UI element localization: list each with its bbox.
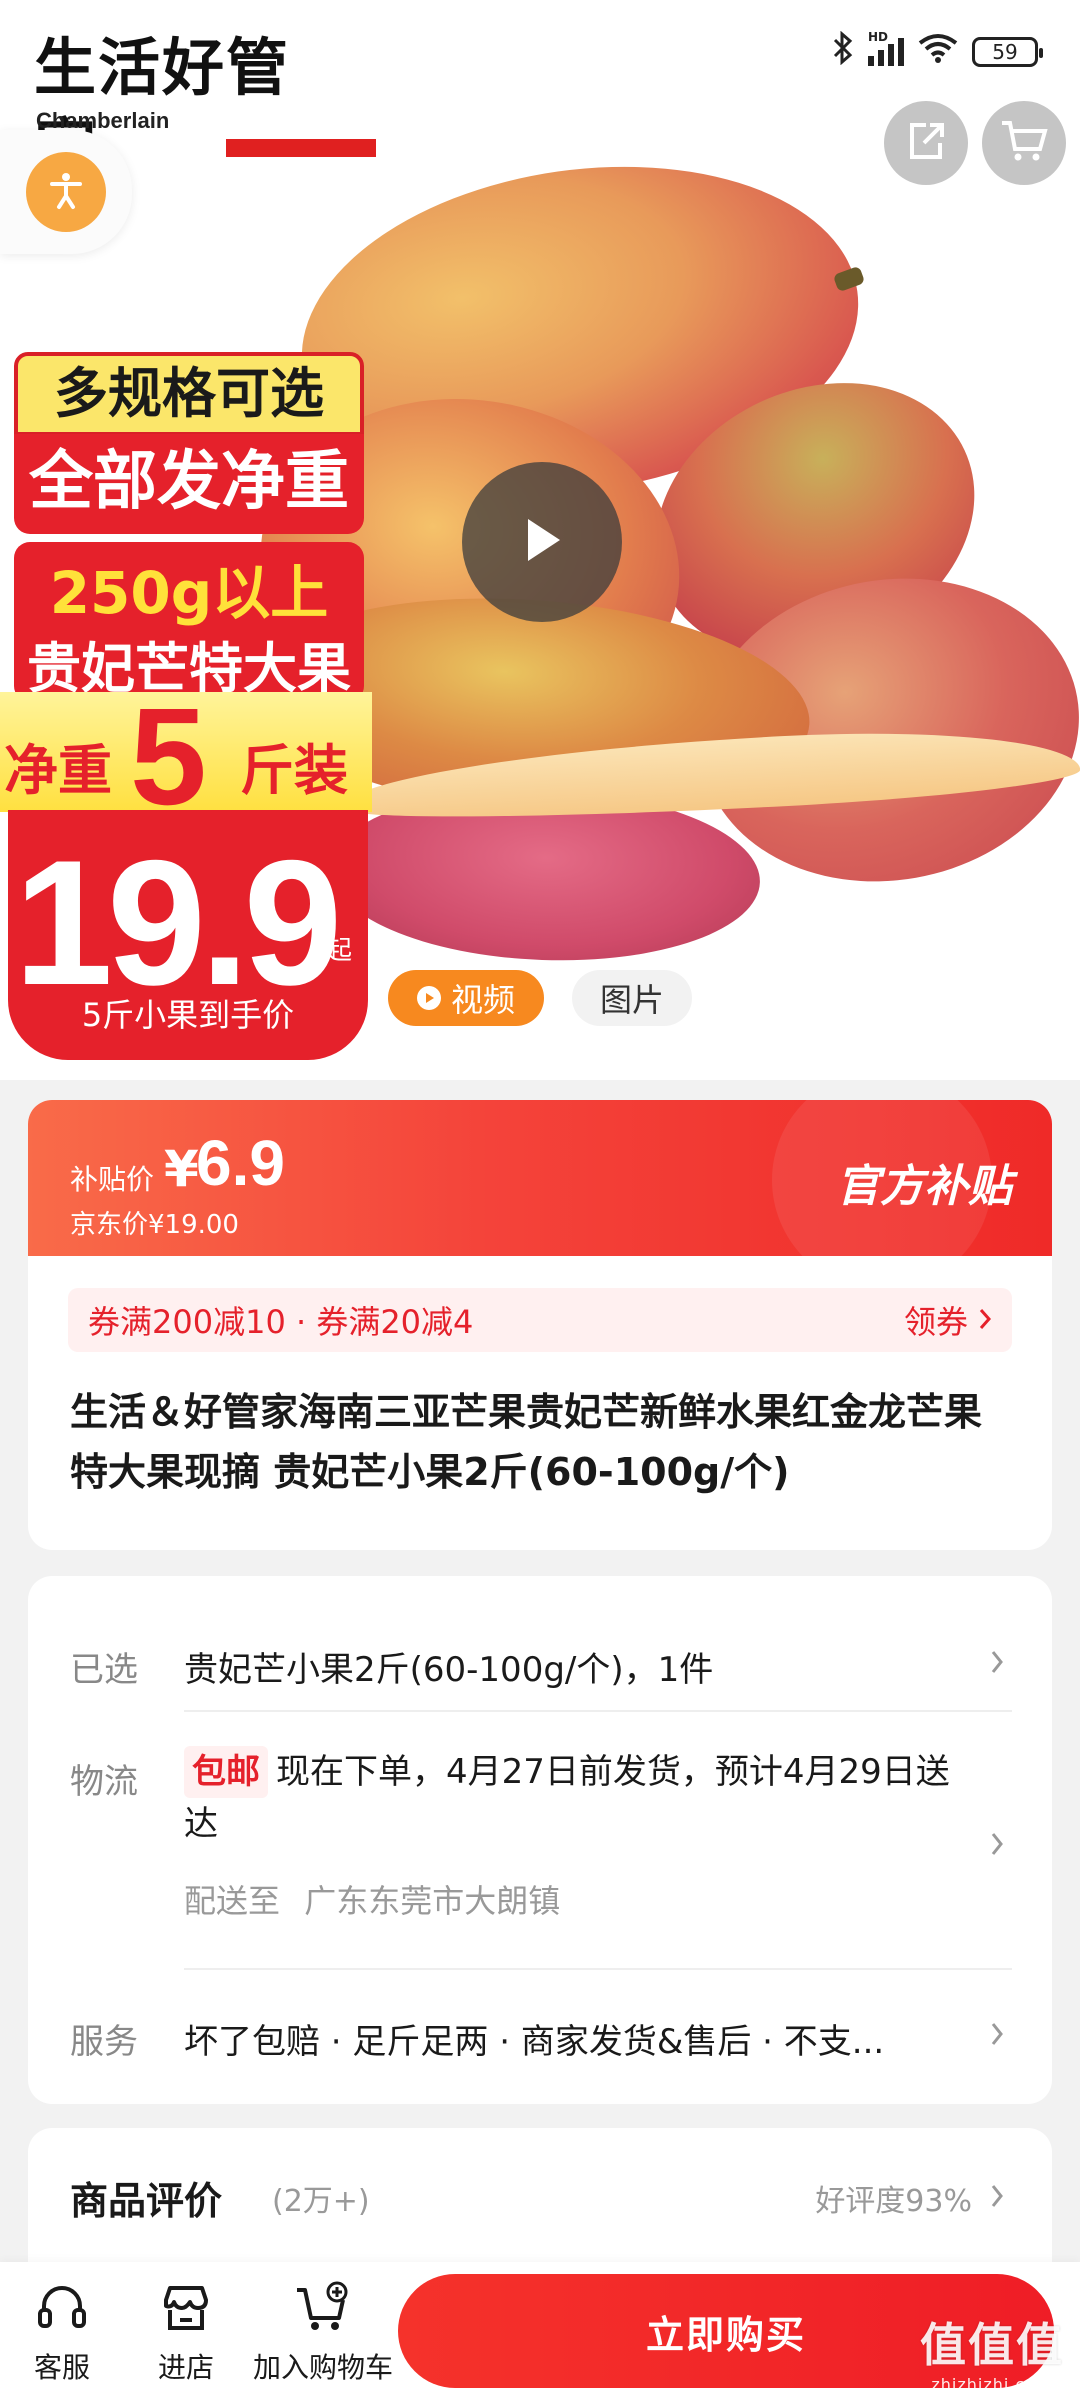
bottom-action-bar: 客服 进店 加入购物车 立即购买 值值值 zhizhizhi.com xyxy=(0,2262,1080,2400)
logistics-info: 包邮 现在下单，4月27日前发货，预计4月29日送达 xyxy=(184,1746,964,1850)
watermark-text: 值值值 xyxy=(920,2318,1064,2372)
chevron-right-icon xyxy=(990,1822,1004,1866)
free-shipping-badge: 包邮 xyxy=(184,1746,268,1798)
divider xyxy=(184,1710,1012,1712)
promo-weight-text: 250g以上 xyxy=(49,559,329,627)
subsidy-label: 补贴价 xyxy=(70,1163,155,1196)
share-button[interactable] xyxy=(884,101,968,185)
tab-image-label: 图片 xyxy=(599,981,664,1019)
review-rate: 好评度93% xyxy=(815,2184,972,2219)
get-coupon-label: 领券 xyxy=(903,1303,968,1341)
brand-logo-bar xyxy=(226,139,376,157)
tab-video[interactable]: 视频 xyxy=(388,970,544,1026)
watermark: 值值值 zhizhizhi.com xyxy=(920,2309,1064,2394)
official-subsidy-badge: 官方补贴 xyxy=(836,1161,1012,1212)
share-icon xyxy=(904,119,948,167)
get-coupon-button[interactable]: 领券 xyxy=(904,1297,992,1343)
enter-shop-label: 进店 xyxy=(157,2351,214,2384)
battery-icon: 59 xyxy=(972,37,1043,67)
product-title: 生活＆好管家海南三亚芒果贵妃芒新鲜水果红金龙芒果特大果现摘 贵妃芒小果2斤(60… xyxy=(70,1390,983,1494)
add-to-cart-label: 加入购物车 xyxy=(252,2351,393,2384)
customer-service-label: 客服 xyxy=(33,2351,90,2384)
play-icon xyxy=(416,986,441,1010)
coupon-text: 券满200减10 · 券满20减4 xyxy=(88,1303,474,1341)
headset-icon xyxy=(32,2278,92,2338)
watermark-url: zhizhizhi.com xyxy=(931,2375,1053,2394)
service-value: 坏了包赔 · 足斤足两 · 商家发货&售后 · 不支... xyxy=(184,2022,885,2062)
ship-to: 配送至 广东东莞市大朗镇 xyxy=(184,1876,560,1922)
jd-price: 京东价¥19.00 xyxy=(70,1210,239,1240)
promo-spec-label: 多规格可选 xyxy=(14,352,364,436)
chevron-right-icon xyxy=(978,1301,992,1339)
media-tabs: 视频 图片 xyxy=(388,970,692,1026)
promo-net-left: 净重 xyxy=(4,739,112,802)
promo-pack-block: 净重 5 斤装 xyxy=(0,680,372,834)
chevron-right-icon xyxy=(990,2174,1004,2218)
chevron-right-icon xyxy=(990,1640,1004,1684)
promo-price-note: 5斤小果到手价 xyxy=(81,996,295,1034)
store-icon xyxy=(156,2278,216,2338)
selected-label: 已选 xyxy=(70,1650,138,1690)
promo-net-right: 斤装 xyxy=(240,739,348,802)
ship-to-label: 配送至 xyxy=(184,1882,281,1920)
tab-video-label: 视频 xyxy=(450,981,515,1019)
review-title: 商品评价 xyxy=(70,2179,223,2223)
cart-icon xyxy=(1000,119,1048,167)
customer-service-button[interactable]: 客服 xyxy=(0,2278,132,2388)
bluetooth-icon xyxy=(832,30,854,74)
promo-sticker: 多规格可选 全部发净重 250g以上 贵妃芒特大果 净重 5 斤装 19.9 起… xyxy=(0,352,372,1072)
price-card: 补贴价 ¥ 6.9 京东价¥19.00 官方补贴 券满200减10 · 券满20… xyxy=(28,1100,1052,1550)
subsidy-price-band: 补贴价 ¥ 6.9 京东价¥19.00 官方补贴 xyxy=(28,1100,1052,1290)
accessibility-button[interactable] xyxy=(26,152,106,232)
service-label: 服务 xyxy=(70,2022,138,2062)
coupon-bar[interactable]: 券满200减10 · 券满20减4 领券 xyxy=(68,1288,1012,1352)
tab-image[interactable]: 图片 xyxy=(572,970,692,1026)
add-cart-icon xyxy=(293,2278,353,2338)
cart-button[interactable] xyxy=(982,101,1066,185)
logistics-label: 物流 xyxy=(70,1762,138,1802)
product-image-gallery[interactable]: 生活好管家 Chamberlain HD 59 xyxy=(0,0,1080,1080)
accessibility-float[interactable] xyxy=(0,130,132,254)
logistics-value: 现在下单，4月27日前发货，预计4月29日送达 xyxy=(184,1752,950,1844)
review-count: (2万+) xyxy=(272,2184,370,2219)
chevron-right-icon xyxy=(990,2012,1004,2056)
promo-price-block: 19.9 起 5斤小果到手价 xyxy=(8,810,368,1060)
subsidy-price: 6.9 xyxy=(196,1127,285,1199)
add-to-cart-button[interactable]: 加入购物车 xyxy=(248,2278,398,2388)
ship-to-value: 广东东莞市大朗镇 xyxy=(304,1882,561,1920)
play-icon xyxy=(520,515,564,569)
promo-net-weight-label: 全部发净重 xyxy=(14,434,364,534)
play-video-button[interactable] xyxy=(462,462,622,622)
info-card: 已选 贵妃芒小果2斤(60-100g/个)，1件 物流 包邮 现在下单，4月27日… xyxy=(28,1576,1052,2104)
promo-price-suffix: 起 xyxy=(326,936,353,966)
brand-logo: 生活好管家 Chamberlain xyxy=(34,28,376,184)
enter-shop-button[interactable]: 进店 xyxy=(116,2278,256,2388)
currency-symbol: ¥ xyxy=(164,1140,199,1198)
signal-icon: HD xyxy=(868,30,904,66)
selected-value: 贵妃芒小果2斤(60-100g/个)，1件 xyxy=(184,1650,714,1690)
accessibility-icon xyxy=(46,170,86,214)
divider xyxy=(184,1968,1012,1970)
wifi-icon xyxy=(918,32,958,72)
buy-now-label: 立即购买 xyxy=(645,2312,806,2357)
status-bar-icons: HD 59 xyxy=(832,30,1043,74)
